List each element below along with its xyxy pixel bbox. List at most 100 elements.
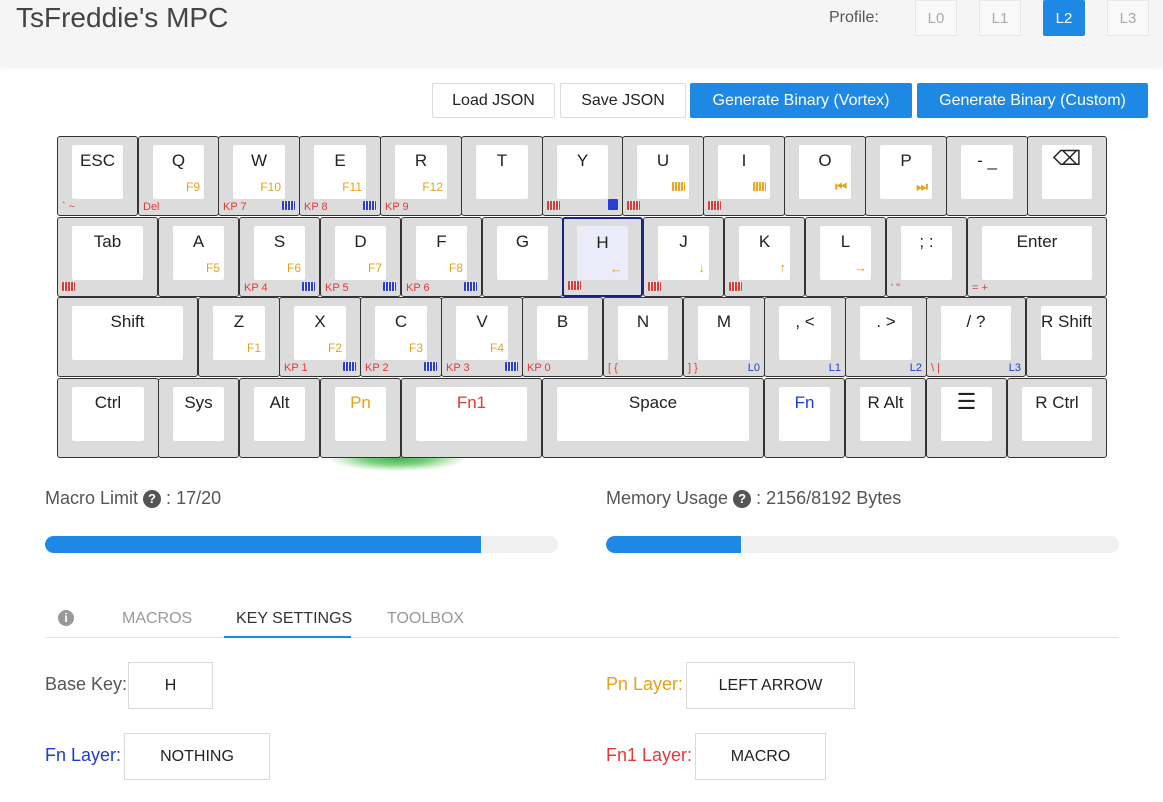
key-u[interactable]: U	[622, 136, 704, 216]
info-icon[interactable]: i	[58, 610, 74, 626]
fn1-layer-label: KP 9	[385, 201, 409, 213]
key-fn[interactable]: Fn	[764, 378, 845, 458]
key-minus[interactable]: - _	[946, 136, 1028, 216]
tabs-divider	[45, 637, 1119, 638]
profile-l1-button[interactable]: L1	[979, 0, 1021, 36]
profile-l3-button[interactable]: L3	[1107, 0, 1149, 36]
key-ctrl[interactable]: Ctrl	[57, 378, 159, 458]
key-comma[interactable]: , < L1	[764, 297, 846, 377]
key-j[interactable]: J ↓	[643, 217, 724, 297]
fn-layer-label: L2	[909, 362, 922, 374]
key-p[interactable]: P ⏭	[865, 136, 947, 216]
key-label: C	[394, 312, 408, 331]
key-l[interactable]: L →	[805, 217, 886, 297]
key-fn1[interactable]: Fn1	[401, 378, 542, 458]
key-shift[interactable]: Shift	[57, 297, 198, 377]
key-label: E	[334, 151, 346, 170]
key-label: S	[273, 232, 286, 251]
key-esc[interactable]: ESC ` ~	[57, 136, 138, 216]
key-label: X	[314, 312, 326, 331]
key-label: Y	[576, 151, 589, 170]
pn-layer-label: ↓	[698, 260, 706, 275]
load-json-button[interactable]: Load JSON	[432, 83, 555, 118]
fn-layer-label	[383, 282, 396, 294]
fn-layer-field[interactable]: NOTHING	[124, 733, 270, 780]
help-icon[interactable]: ?	[143, 490, 162, 508]
key-semicolon[interactable]: ; : ' "	[886, 217, 967, 297]
fn1-layer-field[interactable]: MACRO	[695, 733, 826, 780]
key-t[interactable]: T	[461, 136, 543, 216]
key-label: Q	[171, 151, 186, 170]
pn-layer-label: ⏮	[835, 179, 847, 194]
key-label: W	[250, 151, 268, 170]
key-k[interactable]: K ↑	[724, 217, 805, 297]
key-a[interactable]: A F5	[158, 217, 239, 297]
tab-toolbox[interactable]: TOOLBOX	[387, 610, 464, 628]
keyboard-red-icon	[648, 282, 661, 291]
fn-layer-label: Fn Layer:	[45, 745, 122, 765]
key-sys[interactable]: Sys	[158, 378, 239, 458]
keyboard-blue-icon	[343, 362, 356, 371]
key-z[interactable]: Z F1	[198, 297, 280, 377]
key-r-alt[interactable]: R Alt	[845, 378, 926, 458]
key-slash[interactable]: / ? \ | L3	[926, 297, 1026, 377]
pn-layer-label: F12	[422, 180, 443, 194]
key-h[interactable]: H ←	[562, 217, 643, 297]
keyboard-orange-icon	[672, 182, 685, 191]
key-enter[interactable]: Enter = +	[967, 217, 1107, 297]
generate-custom-button[interactable]: Generate Binary (Custom)	[917, 83, 1148, 118]
save-json-button[interactable]: Save JSON	[560, 83, 686, 118]
key-label: R Shift	[1040, 312, 1093, 331]
fn-layer-label	[302, 282, 315, 294]
key-m[interactable]: M] } L0	[683, 297, 765, 377]
key-y[interactable]: Y	[542, 136, 623, 216]
key-c[interactable]: C F3 KP 2	[360, 297, 442, 377]
key-period[interactable]: . > L2	[845, 297, 927, 377]
key-i[interactable]: I	[703, 136, 785, 216]
key-x[interactable]: X F2 KP 1	[279, 297, 361, 377]
key-r-ctrl[interactable]: R Ctrl	[1007, 378, 1107, 458]
generate-vortex-button[interactable]: Generate Binary (Vortex)	[690, 83, 912, 118]
key-d[interactable]: D F7 KP 5	[320, 217, 401, 297]
fn1-layer-label	[729, 282, 742, 294]
key-r[interactable]: R F12 KP 9	[380, 136, 462, 216]
profile-l0-button[interactable]: L0	[915, 0, 957, 36]
keyboard-blue-icon	[363, 201, 376, 210]
profile-l2-button[interactable]: L2	[1043, 0, 1085, 36]
key-label: R Ctrl	[1035, 393, 1079, 412]
pn-layer-label	[753, 181, 766, 193]
key-space[interactable]: Space	[542, 378, 764, 458]
help-icon[interactable]: ?	[733, 490, 752, 508]
key-label: U	[656, 151, 670, 170]
pn-layer-label: F5	[205, 261, 220, 275]
key-alt[interactable]: Alt	[239, 378, 320, 458]
pn-layer-label: ⏭	[916, 179, 928, 194]
tab-macros[interactable]: MACROS	[122, 610, 192, 628]
key-b[interactable]: B KP 0	[522, 297, 603, 377]
base-key-field[interactable]: H	[128, 662, 213, 709]
key-label: G	[515, 232, 530, 251]
key-g[interactable]: G	[482, 217, 563, 297]
pn-layer-label: F6	[286, 261, 301, 275]
key-backspace[interactable]: ⌫	[1027, 136, 1107, 216]
key-q[interactable]: Q F9 Del	[138, 136, 219, 216]
tab-key-settings[interactable]: KEY SETTINGS	[236, 610, 352, 628]
key-n[interactable]: N [ {	[603, 297, 683, 377]
pn-layer-field[interactable]: LEFT ARROW	[686, 662, 855, 709]
key-r-shift[interactable]: R Shift	[1026, 297, 1107, 377]
key-pn[interactable]: Pn	[320, 378, 401, 458]
key-o[interactable]: O ⏮	[784, 136, 866, 216]
fn1-layer-label	[62, 282, 75, 294]
key-w[interactable]: W F10 KP 7	[218, 136, 300, 216]
fn1-layer-label	[547, 201, 560, 213]
key-e[interactable]: E F11 KP 8	[299, 136, 381, 216]
key-label: N	[636, 312, 650, 331]
key-menu[interactable]: ☰	[926, 378, 1007, 458]
pn-layer-label: F8	[448, 261, 463, 275]
key-s[interactable]: S F6 KP 4	[239, 217, 320, 297]
key-label: R Alt	[867, 393, 904, 412]
key-v[interactable]: V F4 KP 3	[441, 297, 523, 377]
keyboard-blue-icon	[302, 282, 315, 291]
key-f[interactable]: F F8 KP 6	[401, 217, 482, 297]
key-tab[interactable]: Tab	[57, 217, 158, 297]
